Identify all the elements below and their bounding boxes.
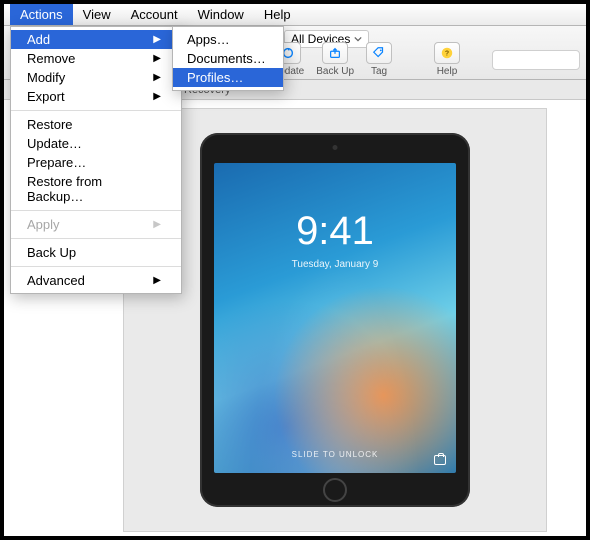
menu-item-remove-label: Remove	[27, 51, 75, 66]
submenu-item-documents[interactable]: Documents…	[173, 49, 283, 68]
menu-item-update-label: Update…	[27, 136, 82, 151]
tag-icon	[372, 46, 386, 60]
tag-label: Tag	[371, 66, 387, 77]
help-icon: ?	[440, 46, 454, 60]
lockscreen-date: Tuesday, January 9	[214, 259, 456, 270]
search-input[interactable]	[492, 50, 580, 70]
menu-actions[interactable]: Actions	[10, 4, 73, 25]
menu-view[interactable]: View	[73, 4, 121, 25]
menu-separator	[11, 210, 181, 211]
menu-item-add-label: Add	[27, 32, 50, 47]
menu-item-remove[interactable]: Remove ▶	[11, 49, 181, 68]
menu-item-backup[interactable]: Back Up	[11, 243, 181, 262]
submenu-item-apps[interactable]: Apps…	[173, 30, 283, 49]
menu-separator	[11, 266, 181, 267]
menu-item-restore-label: Restore	[27, 117, 73, 132]
tag-button[interactable]: Tag	[366, 42, 392, 77]
ipad-lockscreen: 9:41 Tuesday, January 9 SLIDE TO UNLOCK	[214, 163, 456, 473]
menubar: Actions View Account Window Help	[4, 4, 586, 26]
ipad-home-button-icon	[323, 478, 347, 502]
lockscreen-time: 9:41	[214, 209, 456, 254]
submenu-item-profiles[interactable]: Profiles…	[173, 68, 283, 87]
menu-item-prepare-label: Prepare…	[27, 155, 86, 170]
menu-item-export[interactable]: Export ▶	[11, 87, 181, 106]
menu-item-restore-backup[interactable]: Restore from Backup…	[11, 172, 181, 206]
svg-text:?: ?	[445, 51, 449, 58]
help-label: Help	[437, 66, 458, 77]
device-preview-panel: 9:41 Tuesday, January 9 SLIDE TO UNLOCK	[123, 108, 547, 532]
menu-window[interactable]: Window	[188, 4, 254, 25]
submenu-arrow-icon: ▶	[153, 275, 161, 286]
menu-item-add[interactable]: Add ▶	[11, 30, 181, 49]
menu-help[interactable]: Help	[254, 4, 301, 25]
submenu-arrow-icon: ▶	[153, 91, 161, 102]
lockscreen-slide-text: SLIDE TO UNLOCK	[214, 450, 456, 459]
menu-item-modify-label: Modify	[27, 70, 65, 85]
menu-separator	[11, 238, 181, 239]
backup-label: Back Up	[316, 66, 354, 77]
submenu-arrow-icon: ▶	[153, 53, 161, 64]
menu-item-apply-label: Apply	[27, 217, 60, 232]
menu-account[interactable]: Account	[121, 4, 188, 25]
menu-item-update[interactable]: Update…	[11, 134, 181, 153]
menu-item-restore-backup-label: Restore from Backup…	[27, 174, 161, 204]
submenu-arrow-icon: ▶	[153, 34, 161, 45]
menu-item-backup-label: Back Up	[27, 245, 76, 260]
menu-item-advanced-label: Advanced	[27, 273, 85, 288]
menu-item-advanced[interactable]: Advanced ▶	[11, 271, 181, 290]
menu-separator	[11, 110, 181, 111]
actions-dropdown: Add ▶ Remove ▶ Modify ▶ Export ▶ Restore…	[10, 26, 182, 294]
menu-item-modify[interactable]: Modify ▶	[11, 68, 181, 87]
submenu-arrow-icon: ▶	[153, 219, 161, 230]
menu-item-export-label: Export	[27, 89, 65, 104]
backup-icon	[328, 46, 342, 60]
add-submenu: Apps… Documents… Profiles…	[172, 26, 284, 91]
ipad-camera-icon	[333, 145, 338, 150]
backup-button[interactable]: Back Up	[316, 42, 354, 77]
menu-item-apply: Apply ▶	[11, 215, 181, 234]
menu-item-prepare[interactable]: Prepare…	[11, 153, 181, 172]
camera-icon	[434, 455, 446, 465]
menu-item-restore[interactable]: Restore	[11, 115, 181, 134]
help-button[interactable]: ? Help	[434, 42, 460, 77]
ipad-device: 9:41 Tuesday, January 9 SLIDE TO UNLOCK	[200, 133, 470, 507]
submenu-arrow-icon: ▶	[153, 72, 161, 83]
